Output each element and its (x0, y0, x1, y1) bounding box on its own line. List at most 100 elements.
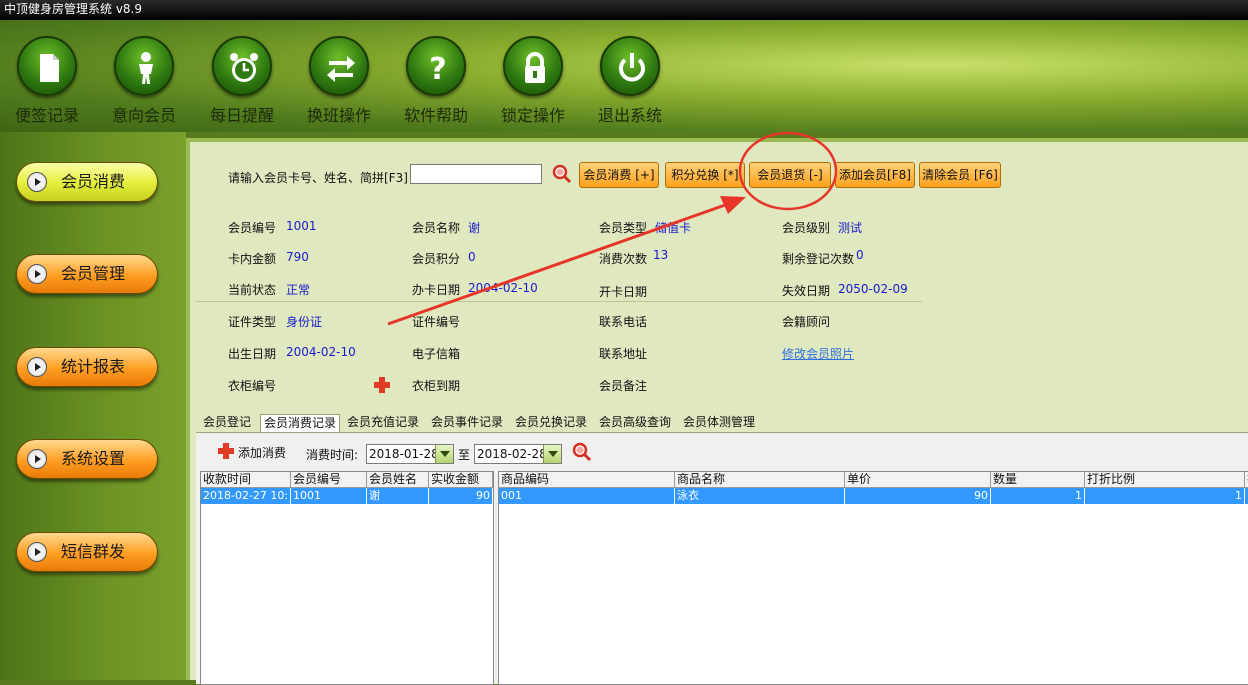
toolbar-reminder-button[interactable]: 每日提醒 (200, 36, 284, 126)
expire-date-label: 失效日期 (782, 284, 831, 298)
note-icon (40, 54, 59, 82)
date-to-value: 2018-02-28 (477, 447, 547, 461)
add-locker-icon[interactable] (374, 377, 390, 393)
sidebar-item-member-consume[interactable]: 会员消费 (16, 162, 158, 202)
main-panel: 请输入会员卡号、姓名、简拼[F3] 会员消费 [+] 积分兑换 [*] 会员退货… (186, 138, 1248, 685)
email-label: 电子信箱 (412, 347, 461, 361)
consume-records-panel: 添加消费 消费时间: 2018-01-28 至 2018-02-28 收款时间 … (196, 432, 1248, 685)
toolbar-shift-button[interactable]: 换班操作 (297, 36, 381, 126)
toolbar-label: 换班操作 (306, 106, 371, 125)
date-from-value: 2018-01-28 (369, 447, 439, 461)
tab-consume-records[interactable]: 会员消费记录 (260, 414, 341, 432)
status-value: 正常 (286, 283, 311, 297)
column-header[interactable]: 商品名称 (675, 472, 845, 488)
column-header[interactable]: 实收金额 (429, 472, 493, 488)
add-consume-button[interactable]: 添加消费 (238, 444, 286, 461)
tab-advanced-search[interactable]: 会员高级查询 (596, 414, 675, 432)
id-type-value: 身份证 (286, 315, 323, 329)
chevron-down-icon[interactable] (543, 445, 561, 463)
status-label: 当前状态 (228, 283, 277, 297)
consume-time-label: 消费时间: (306, 448, 359, 462)
points-label: 会员积分 (412, 252, 461, 266)
title-bar: 中顶健身房管理系统 v8.9 (0, 0, 1248, 20)
tab-exchange-records[interactable]: 会员兑换记录 (512, 414, 591, 432)
alarm-clock-icon (230, 53, 258, 82)
locker-expire-label: 衣柜到期 (412, 379, 461, 393)
clear-member-button[interactable]: 清除会员 [F6] (919, 162, 1001, 188)
toolbar-prospect-button[interactable]: 意向会员 (102, 36, 186, 126)
swap-arrows-icon (327, 56, 355, 82)
sidebar-item-label: 短信群发 (61, 542, 126, 561)
svg-text:?: ? (429, 52, 446, 86)
member-name-value: 谢 (468, 221, 481, 235)
table-cell: 泳衣 (675, 488, 845, 504)
issue-date-label: 办卡日期 (412, 283, 461, 297)
member-type-value: 储值卡 (655, 221, 692, 235)
edit-photo-link[interactable]: 修改会员照片 (782, 345, 854, 362)
table-cell: 1001 (291, 488, 367, 504)
records-toolbar: 添加消费 消费时间: 2018-01-28 至 2018-02-28 (196, 433, 1248, 469)
member-name-label: 会员名称 (412, 221, 461, 235)
table-row[interactable]: 001 泳衣 90 1 1 (499, 488, 1248, 504)
sidebar-item-sms[interactable]: 短信群发 (16, 532, 158, 572)
column-header[interactable]: 单价 (845, 472, 991, 488)
toolbar-label: 退出系统 (597, 106, 662, 125)
id-number-label: 证件编号 (412, 315, 461, 329)
add-member-button[interactable]: 添加会员[F8] (835, 162, 915, 188)
member-id-value: 1001 (286, 219, 317, 233)
toolbar-exit-button[interactable]: 退出系统 (588, 36, 672, 126)
sidebar-item-reports[interactable]: 统计报表 (16, 347, 158, 387)
toolbar-lock-button[interactable]: 锁定操作 (491, 36, 575, 126)
remaining-count-value: 0 (856, 248, 864, 262)
refund-button[interactable]: 会员退货 [-] (749, 162, 831, 188)
power-icon (619, 53, 645, 82)
toolbar-label: 软件帮助 (403, 106, 468, 125)
consume-button[interactable]: 会员消费 [+] (579, 162, 659, 188)
search-icon[interactable] (552, 164, 572, 184)
main-toolbar: 便签记录 意向会员 每日提醒 换班操作 ? 软件帮助 锁定操作 退出系统 (0, 20, 1248, 132)
date-from-picker[interactable]: 2018-01-28 (366, 444, 454, 464)
toolbar-help-button[interactable]: ? 软件帮助 (394, 36, 478, 126)
column-header[interactable]: 打折比例 (1085, 472, 1245, 488)
date-to-picker[interactable]: 2018-02-28 (474, 444, 562, 464)
remaining-count-label: 剩余登记次数 (782, 252, 855, 266)
play-icon (27, 264, 47, 284)
chevron-down-icon[interactable] (435, 445, 453, 463)
tab-recharge-records[interactable]: 会员充值记录 (344, 414, 423, 432)
tab-event-records[interactable]: 会员事件记录 (428, 414, 507, 432)
issue-date-value: 2004-02-10 (468, 281, 538, 295)
toolbar-note-button[interactable]: 便签记录 (5, 36, 89, 126)
search-icon[interactable] (572, 442, 592, 462)
column-header[interactable]: 会员姓名 (367, 472, 429, 488)
sidebar-item-label: 系统设置 (61, 449, 126, 468)
sidebar-item-member-manage[interactable]: 会员管理 (16, 254, 158, 294)
points-exchange-button[interactable]: 积分兑换 [*] (665, 162, 745, 188)
sidebar-item-label: 统计报表 (61, 357, 126, 376)
search-input[interactable] (410, 164, 542, 184)
tab-fitness-test[interactable]: 会员体测管理 (680, 414, 759, 432)
items-table[interactable]: 商品编码 商品名称 单价 数量 打折比例 折 001 泳衣 90 1 1 (498, 471, 1248, 685)
add-icon[interactable] (218, 443, 234, 459)
column-header[interactable]: 商品编码 (499, 472, 675, 488)
member-id-label: 会员编号 (228, 221, 277, 235)
lock-icon (525, 52, 545, 83)
receipts-table[interactable]: 收款时间 会员编号 会员姓名 实收金额 2018-02-27 10: 1001 … (200, 471, 494, 685)
id-type-label: 证件类型 (228, 315, 277, 329)
table-header: 商品编码 商品名称 单价 数量 打折比例 折 (499, 472, 1248, 488)
toolbar-label: 每日提醒 (209, 106, 274, 125)
table-row[interactable]: 2018-02-27 10: 1001 谢 90 (201, 488, 493, 504)
tab-register[interactable]: 会员登记 (200, 414, 255, 432)
table-cell: 90 (845, 488, 991, 504)
search-label: 请输入会员卡号、姓名、简拼[F3] (228, 171, 408, 185)
table-cell: 90 (429, 488, 493, 504)
column-header[interactable]: 会员编号 (291, 472, 367, 488)
sidebar-item-settings[interactable]: 系统设置 (16, 439, 158, 479)
remark-label: 会员备注 (599, 379, 648, 393)
locker-number-label: 衣柜编号 (228, 379, 277, 393)
sidebar-item-label: 会员消费 (61, 172, 126, 191)
birth-date-label: 出生日期 (228, 347, 277, 361)
column-header[interactable]: 数量 (991, 472, 1085, 488)
toolbar-label: 便签记录 (14, 106, 79, 125)
column-header[interactable]: 收款时间 (201, 472, 291, 488)
play-icon (27, 542, 47, 562)
